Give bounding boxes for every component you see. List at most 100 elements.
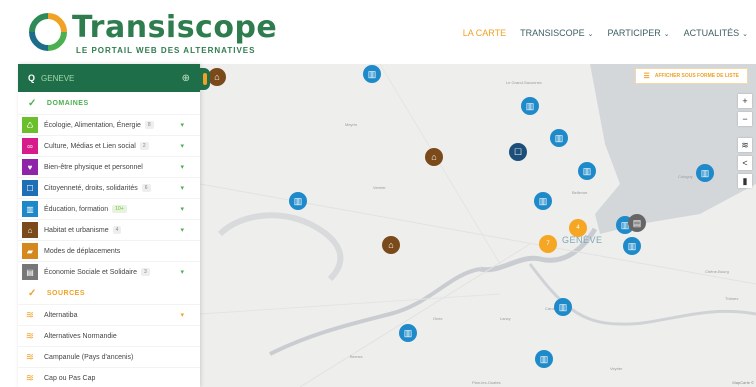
map-place-label: Cologny xyxy=(678,174,693,179)
house-icon: ⌂ xyxy=(22,222,38,238)
chevron-down-icon[interactable]: ▾ xyxy=(180,205,184,213)
sources-heading: SOURCES xyxy=(46,289,86,297)
bookmark-button[interactable]: ▮ xyxy=(738,174,752,188)
map-view[interactable]: Meyrin Vernier Le Grand-Saconnex Onex La… xyxy=(200,64,756,387)
school-marker[interactable]: ▥ xyxy=(534,192,552,210)
nav-la-carte[interactable]: LA CARTE xyxy=(463,28,506,38)
source-label: Alternatiba xyxy=(44,311,78,319)
link-icon: ∞ xyxy=(22,138,38,154)
domain-item[interactable]: ☐ Citoyenneté, droits, solidarités 6 ▾ xyxy=(18,177,200,198)
map-place-label: Vernier xyxy=(373,185,386,190)
source-item[interactable]: ≋ Alternatiba ▾ xyxy=(18,304,200,325)
cluster-marker[interactable]: 7 xyxy=(539,235,557,253)
nav-participer[interactable]: PARTICIPER ⌄ xyxy=(608,28,670,38)
chevron-down-icon[interactable]: ▾ xyxy=(180,142,184,150)
map-place-label: Plan-les-Ouates xyxy=(472,380,501,385)
map-place-label: Bernex xyxy=(350,354,363,359)
chevron-down-icon: ⌄ xyxy=(663,31,670,38)
nav-label: ACTUALITÉS xyxy=(683,28,740,38)
chevron-down-icon[interactable]: ▾ xyxy=(180,311,184,319)
school-marker[interactable]: ▥ xyxy=(578,162,596,180)
map-place-label: Onex xyxy=(433,316,443,321)
chevron-down-icon[interactable]: ▾ xyxy=(180,226,184,234)
geolocate-icon[interactable]: ⊕ xyxy=(182,73,190,84)
ballot-marker[interactable]: ☐ xyxy=(509,143,527,161)
filter-sidebar: Q GENEVE ⊕ ✓ DOMAINES ♺ Écologie, Alimen… xyxy=(18,64,200,387)
house-marker[interactable]: ⌂ xyxy=(208,68,226,86)
leaf-icon: ♺ xyxy=(22,117,38,133)
brand-title: Transiscope xyxy=(72,10,278,45)
count-badge: 2 xyxy=(139,142,149,150)
school-marker[interactable]: ▥ xyxy=(696,164,714,182)
source-item[interactable]: ≋ Alternatives Normandie xyxy=(18,325,200,346)
domain-label: Écologie, Alimentation, Énergie xyxy=(44,121,141,129)
wifi-icon: ≋ xyxy=(25,330,35,342)
source-item[interactable]: ≋ Cap ou Pas Cap xyxy=(18,367,200,387)
search-bar[interactable]: Q GENEVE ⊕ xyxy=(18,64,200,92)
domain-item[interactable]: ▥ Éducation, formation 10+ ▾ xyxy=(18,198,200,219)
zoom-in-button[interactable]: + xyxy=(738,94,752,108)
nav-label: TRANSISCOPE xyxy=(520,28,585,38)
cluster-marker[interactable]: 4 xyxy=(569,219,587,237)
map-attribution[interactable]: MapCarte © xyxy=(732,380,754,385)
house-marker[interactable]: ⌂ xyxy=(425,148,443,166)
domain-item[interactable]: ▰ Modes de déplacements xyxy=(18,240,200,261)
map-place-label: Le Grand-Saconnex xyxy=(506,80,542,85)
store-marker[interactable]: ▤ xyxy=(628,214,646,232)
school-marker[interactable]: ▥ xyxy=(521,97,539,115)
chevron-down-icon[interactable]: ▾ xyxy=(180,121,184,129)
domain-item[interactable]: ⌂ Habitat et urbanisme 4 ▾ xyxy=(18,219,200,240)
count-badge: 6 xyxy=(141,184,151,192)
map-background xyxy=(200,64,756,387)
source-item[interactable]: ≋ Campanule (Pays d'ancenis) xyxy=(18,346,200,367)
chevron-down-icon[interactable]: ▾ xyxy=(180,163,184,171)
map-place-label: Lancy xyxy=(500,316,511,321)
site-header: Transiscope LE PORTAIL WEB DES ALTERNATI… xyxy=(0,0,756,64)
wifi-icon: ≋ xyxy=(25,351,35,363)
zoom-out-button[interactable]: − xyxy=(738,112,752,126)
school-marker[interactable]: ▥ xyxy=(623,237,641,255)
domain-item[interactable]: ∞ Culture, Médias et Lien social 2 ▾ xyxy=(18,135,200,156)
map-place-label: Meyrin xyxy=(345,122,358,127)
count-badge: 4 xyxy=(112,226,122,234)
chevron-down-icon: ⌄ xyxy=(742,31,748,38)
domain-label: Culture, Médias et Lien social xyxy=(44,142,136,150)
layers-button[interactable]: ≋ xyxy=(738,138,752,152)
search-input[interactable]: GENEVE xyxy=(41,74,182,83)
domains-heading: DOMAINES xyxy=(46,99,89,107)
domains-header[interactable]: ✓ DOMAINES xyxy=(18,92,200,114)
chevron-down-icon[interactable]: ▾ xyxy=(180,184,184,192)
map-place-label: Thônex xyxy=(725,296,739,301)
map-place-label: Bellevue xyxy=(572,190,588,195)
chevron-down-icon: ⌄ xyxy=(587,31,594,38)
domain-label: Bien-être physique et personnel xyxy=(44,163,143,171)
show-as-list-button[interactable]: ☰ AFFICHER SOUS FORME DE LISTE xyxy=(634,68,748,84)
domain-item[interactable]: ♺ Écologie, Alimentation, Énergie 8 ▾ xyxy=(18,114,200,135)
domain-item[interactable]: ▤ Économie Sociale et Solidaire 3 ▾ xyxy=(18,261,200,282)
school-marker[interactable]: ▥ xyxy=(363,65,381,83)
main-nav: LA CARTE TRANSISCOPE ⌄ PARTICIPER ⌄ ACTUAL… xyxy=(463,28,748,38)
sidebar-collapse-handle[interactable] xyxy=(200,68,210,90)
map-place-label: Veyrier xyxy=(610,366,623,371)
chevron-down-icon[interactable]: ▾ xyxy=(180,268,184,276)
school-marker[interactable]: ▥ xyxy=(399,324,417,342)
school-marker[interactable]: ▥ xyxy=(289,192,307,210)
sources-header[interactable]: ✓ SOURCES xyxy=(18,282,200,304)
show-as-list-label: AFFICHER SOUS FORME DE LISTE xyxy=(654,73,739,79)
house-marker[interactable]: ⌂ xyxy=(382,236,400,254)
search-icon: Q xyxy=(28,73,36,83)
nav-transiscope[interactable]: TRANSISCOPE ⌄ xyxy=(520,28,593,38)
brand-subtitle: LE PORTAIL WEB DES ALTERNATIVES xyxy=(76,46,256,55)
wifi-icon: ≋ xyxy=(25,309,35,321)
logo[interactable]: Transiscope LE PORTAIL WEB DES ALTERNATI… xyxy=(28,10,277,56)
domain-label: Économie Sociale et Solidaire xyxy=(44,268,137,276)
map-controls: + − ≋ < ▮ xyxy=(738,94,752,188)
nav-actualites[interactable]: ACTUALITÉS ⌄ xyxy=(684,28,748,38)
school-marker[interactable]: ▥ xyxy=(535,350,553,368)
share-button[interactable]: < xyxy=(738,156,752,170)
domain-item[interactable]: ♥ Bien-être physique et personnel ▾ xyxy=(18,156,200,177)
count-badge: 10+ xyxy=(112,205,127,213)
check-icon: ✓ xyxy=(28,97,37,109)
school-marker[interactable]: ▥ xyxy=(554,298,572,316)
school-marker[interactable]: ▥ xyxy=(550,129,568,147)
